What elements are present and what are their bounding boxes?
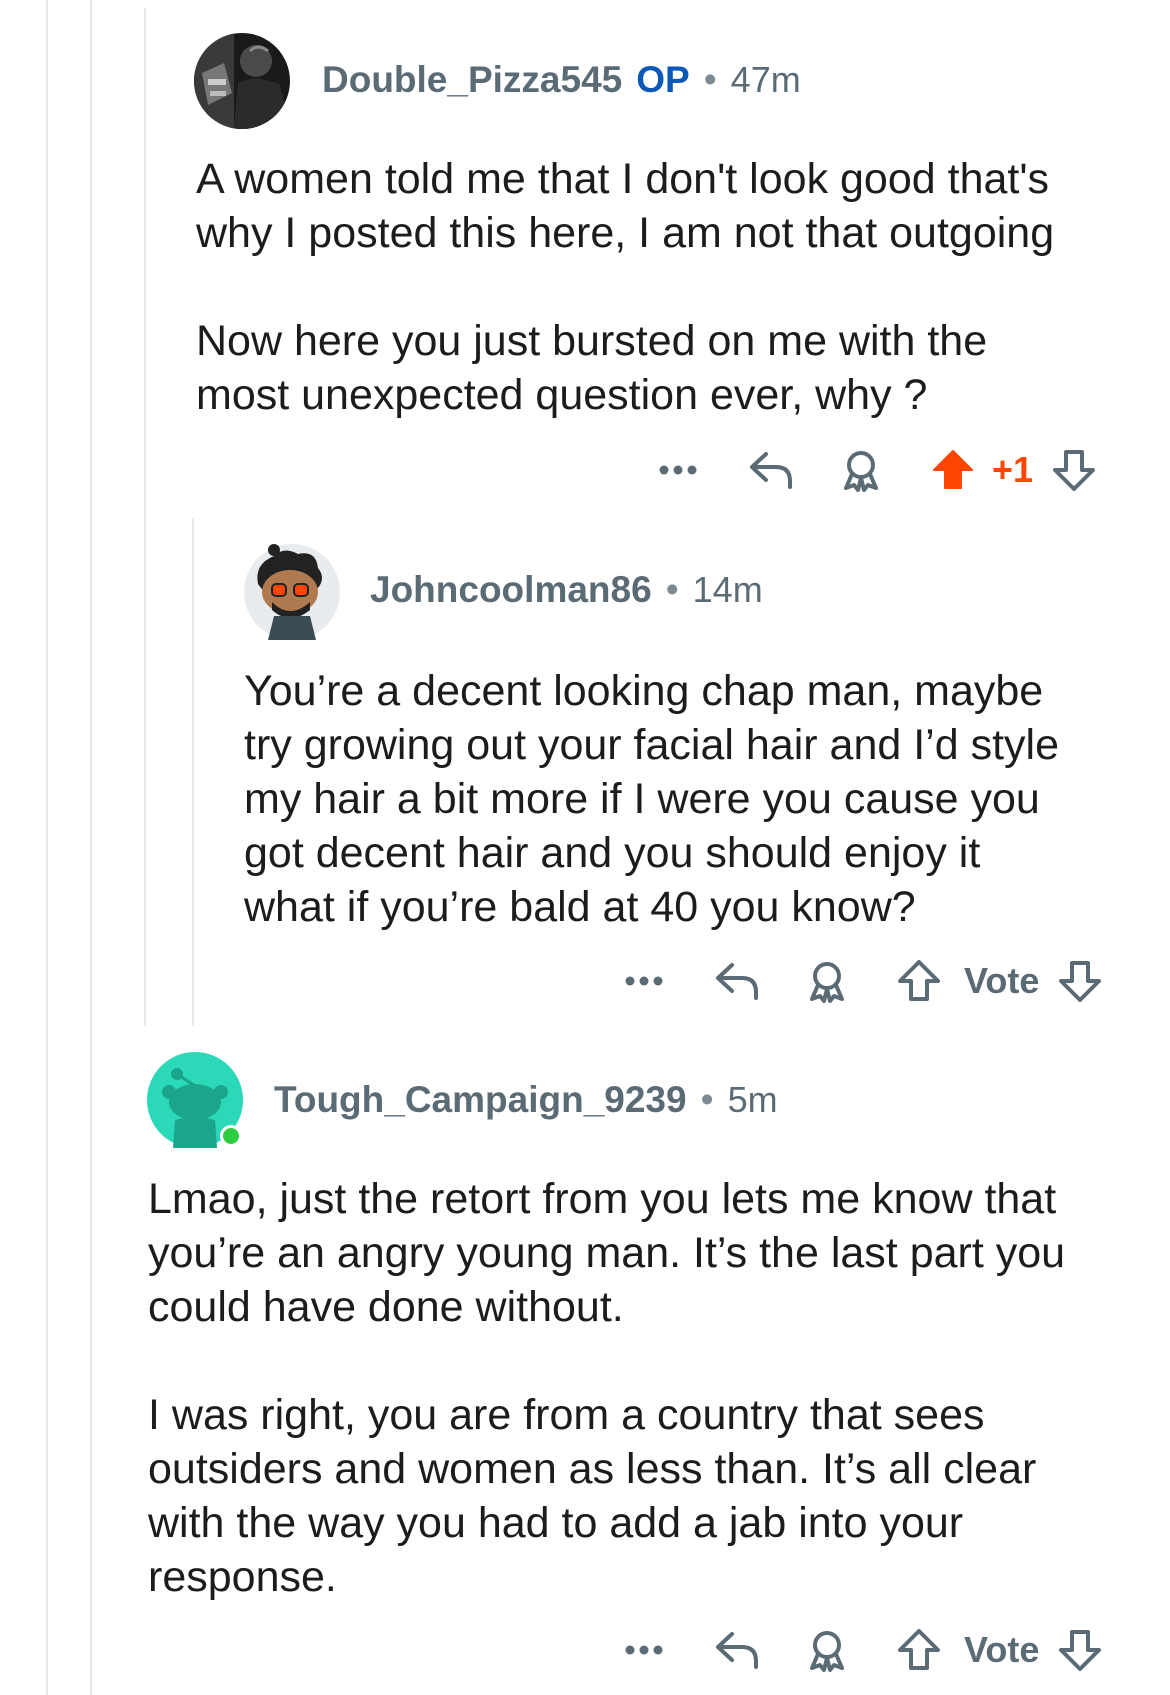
reply-icon[interactable] (746, 450, 796, 490)
award-icon[interactable] (802, 1628, 852, 1672)
timestamp: 47m (730, 59, 801, 100)
vote-count: +1 (992, 449, 1034, 490)
downvote-icon[interactable] (1049, 448, 1099, 492)
separator-dot: • (703, 59, 717, 100)
avatar[interactable] (244, 544, 340, 640)
comment-actions: Vote (616, 951, 1105, 1011)
comment-body: Lmao, just the retort from you lets me k… (148, 1172, 1065, 1604)
text-line: You’re a decent looking chap man, maybe (244, 667, 1044, 715)
op-badge: OP (636, 59, 690, 100)
text-line: most unexpected question ever, why ? (196, 371, 928, 419)
thread-line-outer (46, 0, 48, 1695)
comment-actions: +1 (650, 440, 1099, 500)
paragraph: A women told me that I don't look good t… (196, 152, 1054, 260)
upvote-icon[interactable] (894, 1628, 944, 1672)
award-icon[interactable] (836, 448, 886, 492)
thread-line-level3 (192, 518, 194, 1026)
text-line: what if you’re bald at 40 you know? (244, 883, 916, 931)
comment-body: You’re a decent looking chap man, maybe … (244, 664, 1059, 934)
vote-label: Vote (964, 960, 1040, 1001)
text-line: got decent hair and you should enjoy it (244, 829, 981, 877)
downvote-icon[interactable] (1055, 1628, 1105, 1672)
text-line: you’re an angry young man. It’s the last… (148, 1229, 1066, 1277)
avatar[interactable] (194, 33, 290, 129)
paragraph: Now here you just bursted on me with the… (196, 314, 1054, 422)
paragraph: Lmao, just the retort from you lets me k… (148, 1172, 1065, 1334)
more-icon[interactable] (616, 1644, 672, 1656)
thread-line-level1 (90, 0, 92, 1695)
text-line: Now here you just bursted on me with the (196, 317, 988, 365)
more-icon[interactable] (616, 975, 672, 987)
username[interactable]: Johncoolman86 (370, 569, 652, 611)
downvote-icon[interactable] (1055, 959, 1105, 1003)
text-line: try growing out your facial hair and I’d… (244, 721, 1060, 769)
thread-line-level2 (144, 8, 146, 1026)
vote-label: Vote (964, 1629, 1040, 1670)
text-line: with the way you had to add a jab into y… (148, 1499, 964, 1547)
upvote-icon[interactable] (894, 959, 944, 1003)
more-icon[interactable] (650, 464, 706, 476)
comment-header: Double_Pizza545 OP • 47m (322, 58, 801, 102)
comment-header: Tough_Campaign_9239 • 5m (274, 1078, 778, 1122)
text-line: outsiders and women as less than. It’s a… (148, 1445, 1037, 1493)
separator-dot: • (700, 1079, 714, 1120)
timestamp: 14m (692, 569, 763, 610)
text-line: could have done without. (148, 1283, 624, 1331)
comment-body: A women told me that I don't look good t… (196, 152, 1054, 422)
award-icon[interactable] (802, 959, 852, 1003)
comment-header: Johncoolman86 • 14m (370, 568, 763, 612)
reply-icon[interactable] (712, 1630, 762, 1670)
upvote-icon[interactable] (928, 448, 978, 492)
separator-dot: • (665, 569, 679, 610)
username[interactable]: Double_Pizza545 (322, 59, 622, 101)
online-indicator (223, 1128, 239, 1144)
reply-icon[interactable] (712, 961, 762, 1001)
text-line: Lmao, just the retort from you lets me k… (148, 1175, 1057, 1223)
text-line: why I posted this here, I am not that ou… (196, 209, 1055, 257)
text-line: response. (148, 1553, 337, 1601)
timestamp: 5m (727, 1079, 778, 1120)
text-line: A women told me that I don't look good t… (196, 155, 1050, 203)
text-line: I was right, you are from a country that… (148, 1391, 985, 1439)
paragraph: I was right, you are from a country that… (148, 1388, 1065, 1604)
text-line: my hair a bit more if I were you cause y… (244, 775, 1040, 823)
comment-actions: Vote (616, 1620, 1105, 1680)
username[interactable]: Tough_Campaign_9239 (274, 1079, 687, 1121)
avatar[interactable] (147, 1052, 243, 1148)
